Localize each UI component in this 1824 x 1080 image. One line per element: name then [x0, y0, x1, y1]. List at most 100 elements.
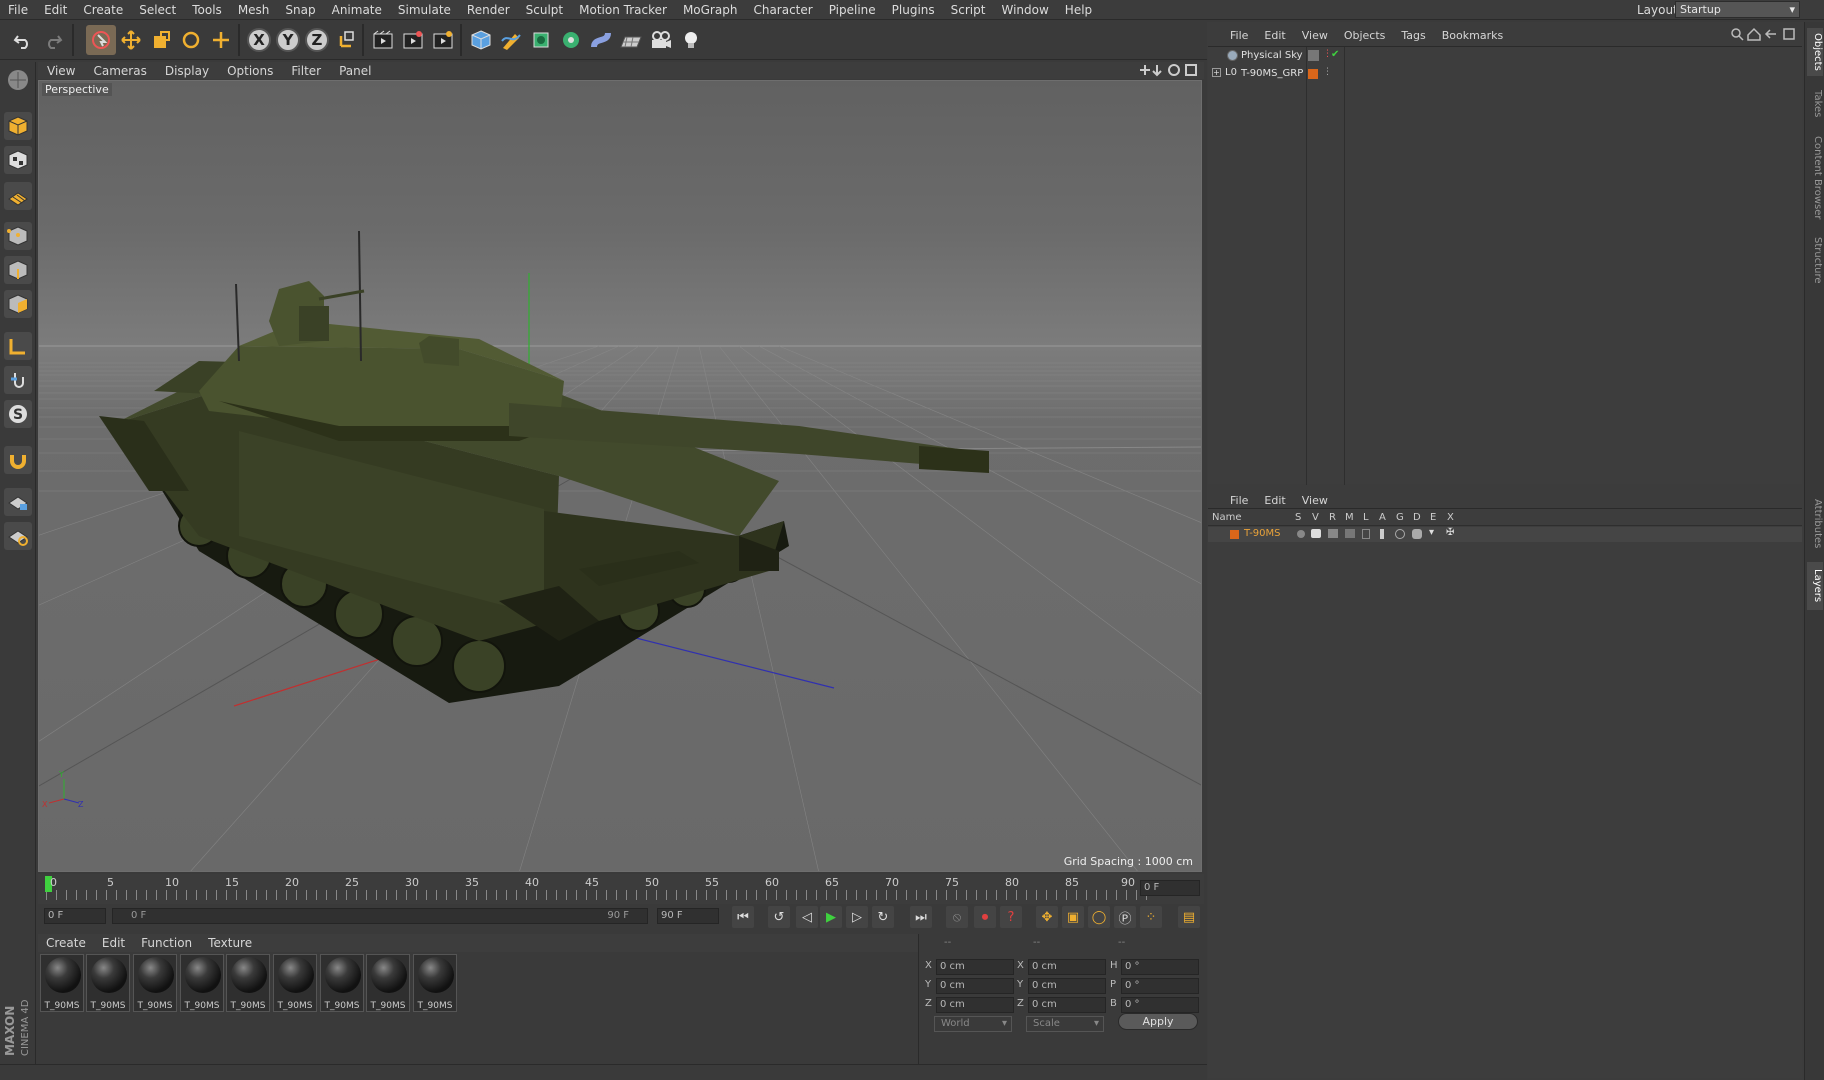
view-toggle-icon[interactable] — [1311, 529, 1321, 538]
polygons-mode-icon[interactable] — [4, 290, 32, 318]
col-expressions[interactable]: E — [1430, 512, 1436, 523]
material-swatch[interactable]: T_90MS — [366, 954, 410, 1012]
rot-b-field[interactable]: 0 ° — [1121, 997, 1199, 1013]
pos-x-field[interactable]: 0 cm — [936, 959, 1014, 975]
points-mode-icon[interactable] — [4, 222, 32, 250]
viewport-menu-filter[interactable]: Filter — [282, 64, 330, 78]
material-menu-edit[interactable]: Edit — [94, 936, 133, 950]
cloner-icon[interactable] — [556, 25, 586, 55]
menu-mesh[interactable]: Mesh — [230, 3, 278, 17]
scale-icon[interactable] — [146, 25, 176, 55]
floor-icon[interactable] — [616, 25, 646, 55]
tab-content-browser[interactable]: Content Browser — [1807, 132, 1823, 224]
autokeying-icon[interactable]: ⏺ — [974, 906, 996, 928]
manager-toggle-icon[interactable] — [1345, 529, 1355, 538]
object-row-physical-sky[interactable]: Physical Sky ⋮ ✔ — [1224, 49, 1804, 65]
material-swatch[interactable]: T_90MS — [86, 954, 130, 1012]
frame-range-slider[interactable]: 0 F 90 F — [112, 908, 648, 924]
lock-workplane-icon[interactable] — [4, 488, 32, 516]
key-position-icon[interactable]: ✥ — [1036, 906, 1058, 928]
object-manager-tool-icons[interactable] — [1730, 27, 1800, 41]
col-animation[interactable]: A — [1379, 512, 1386, 523]
material-swatch[interactable]: T_90MS — [133, 954, 177, 1012]
layer-row-t90ms[interactable]: T-90MS ▾ ✠ — [1208, 527, 1802, 542]
object-menu-objects[interactable]: Objects — [1336, 29, 1394, 42]
menu-mograph[interactable]: MoGraph — [675, 3, 746, 17]
col-locked[interactable]: L — [1363, 512, 1369, 523]
snapping-icon[interactable]: S — [4, 400, 32, 428]
end-frame-field[interactable]: 90 F — [657, 908, 719, 924]
expand-icon[interactable]: + — [1212, 68, 1221, 77]
menu-pipeline[interactable]: Pipeline — [821, 3, 884, 17]
col-deformers[interactable]: D — [1413, 512, 1421, 523]
key-parameter-icon[interactable]: Ⓟ — [1114, 906, 1136, 928]
key-rotation-icon[interactable]: ◯ — [1088, 906, 1110, 928]
menu-snap[interactable]: Snap — [277, 3, 323, 17]
col-generators[interactable]: G — [1396, 512, 1404, 523]
material-swatch[interactable]: T_90MS — [413, 954, 457, 1012]
rotate-icon[interactable] — [176, 25, 206, 55]
model-mode-icon[interactable] — [4, 112, 32, 140]
enabled-check-icon[interactable]: ✔ — [1331, 49, 1339, 60]
col-manager[interactable]: M — [1345, 512, 1354, 523]
material-menu-function[interactable]: Function — [133, 936, 200, 950]
lock-toggle-icon[interactable] — [1362, 529, 1370, 539]
camera-icon[interactable] — [646, 25, 676, 55]
menu-render[interactable]: Render — [459, 3, 518, 17]
size-z-field[interactable]: 0 cm — [1028, 997, 1106, 1013]
col-render[interactable]: R — [1329, 512, 1336, 523]
previous-key-icon[interactable]: ↺ — [768, 906, 790, 928]
key-point-level-icon[interactable]: ⁘ — [1140, 906, 1162, 928]
render-toggle-icon[interactable] — [1328, 529, 1338, 538]
render-picture-viewer-icon[interactable] — [398, 25, 428, 55]
deformers-toggle-icon[interactable] — [1412, 529, 1422, 539]
layer-color-swatch[interactable] — [1308, 69, 1318, 79]
pen-spline-icon[interactable] — [496, 25, 526, 55]
pos-y-field[interactable]: 0 cm — [936, 978, 1014, 994]
recent-tool-icon[interactable] — [206, 25, 236, 55]
y-axis-lock-icon[interactable]: Y — [273, 25, 303, 55]
menu-animate[interactable]: Animate — [324, 3, 390, 17]
menu-select[interactable]: Select — [131, 3, 184, 17]
planar-workplane-icon[interactable] — [4, 522, 32, 550]
menu-edit[interactable]: Edit — [36, 3, 75, 17]
sky-tag-icon[interactable] — [1308, 50, 1319, 61]
tab-layers[interactable]: Layers — [1807, 562, 1823, 610]
tank-model[interactable] — [99, 230, 989, 703]
viewport-menu-panel[interactable]: Panel — [330, 64, 380, 78]
menu-character[interactable]: Character — [745, 3, 820, 17]
keyframe-selection-icon[interactable]: ? — [1000, 906, 1022, 928]
viewport-menu-options[interactable]: Options — [218, 64, 282, 78]
cube-icon[interactable] — [466, 25, 496, 55]
layer-color-swatch[interactable] — [1230, 530, 1239, 539]
col-xrefs[interactable]: X — [1447, 512, 1454, 523]
menu-sculpt[interactable]: Sculpt — [518, 3, 571, 17]
undo-icon[interactable] — [8, 25, 38, 55]
layer-menu-edit[interactable]: Edit — [1256, 494, 1293, 507]
light-icon[interactable] — [676, 25, 706, 55]
texture-mode-icon[interactable] — [4, 146, 32, 174]
material-menu-create[interactable]: Create — [38, 936, 94, 950]
render-settings-icon[interactable] — [428, 25, 458, 55]
menu-file[interactable]: File — [0, 3, 36, 17]
play-forward-icon[interactable]: ▶ — [820, 906, 842, 928]
object-menu-edit[interactable]: Edit — [1256, 29, 1293, 42]
layout-dropdown[interactable]: Startup — [1675, 1, 1800, 18]
menu-simulate[interactable]: Simulate — [390, 3, 459, 17]
workplane-icon[interactable] — [4, 182, 32, 210]
material-swatch[interactable]: T_90MS — [320, 954, 364, 1012]
pos-z-field[interactable]: 0 cm — [936, 997, 1014, 1013]
object-row-t90ms-grp[interactable]: + L0 T-90MS_GRP ⋮ — [1212, 67, 1802, 83]
coordinate-mode-dropdown[interactable]: World — [934, 1016, 1012, 1032]
tab-attributes[interactable]: Attributes — [1807, 492, 1823, 556]
redo-icon[interactable] — [38, 25, 68, 55]
move-icon[interactable] — [116, 25, 146, 55]
object-menu-file[interactable]: File — [1222, 29, 1256, 42]
start-frame-field[interactable]: 0 F — [44, 908, 106, 924]
edges-mode-icon[interactable] — [4, 256, 32, 284]
size-x-field[interactable]: 0 cm — [1028, 959, 1106, 975]
rot-h-field[interactable]: 0 ° — [1121, 959, 1199, 975]
subdivision-surface-icon[interactable] — [526, 25, 556, 55]
timeline-window-icon[interactable]: ▤ — [1178, 906, 1200, 928]
size-mode-dropdown[interactable]: Scale — [1026, 1016, 1104, 1032]
